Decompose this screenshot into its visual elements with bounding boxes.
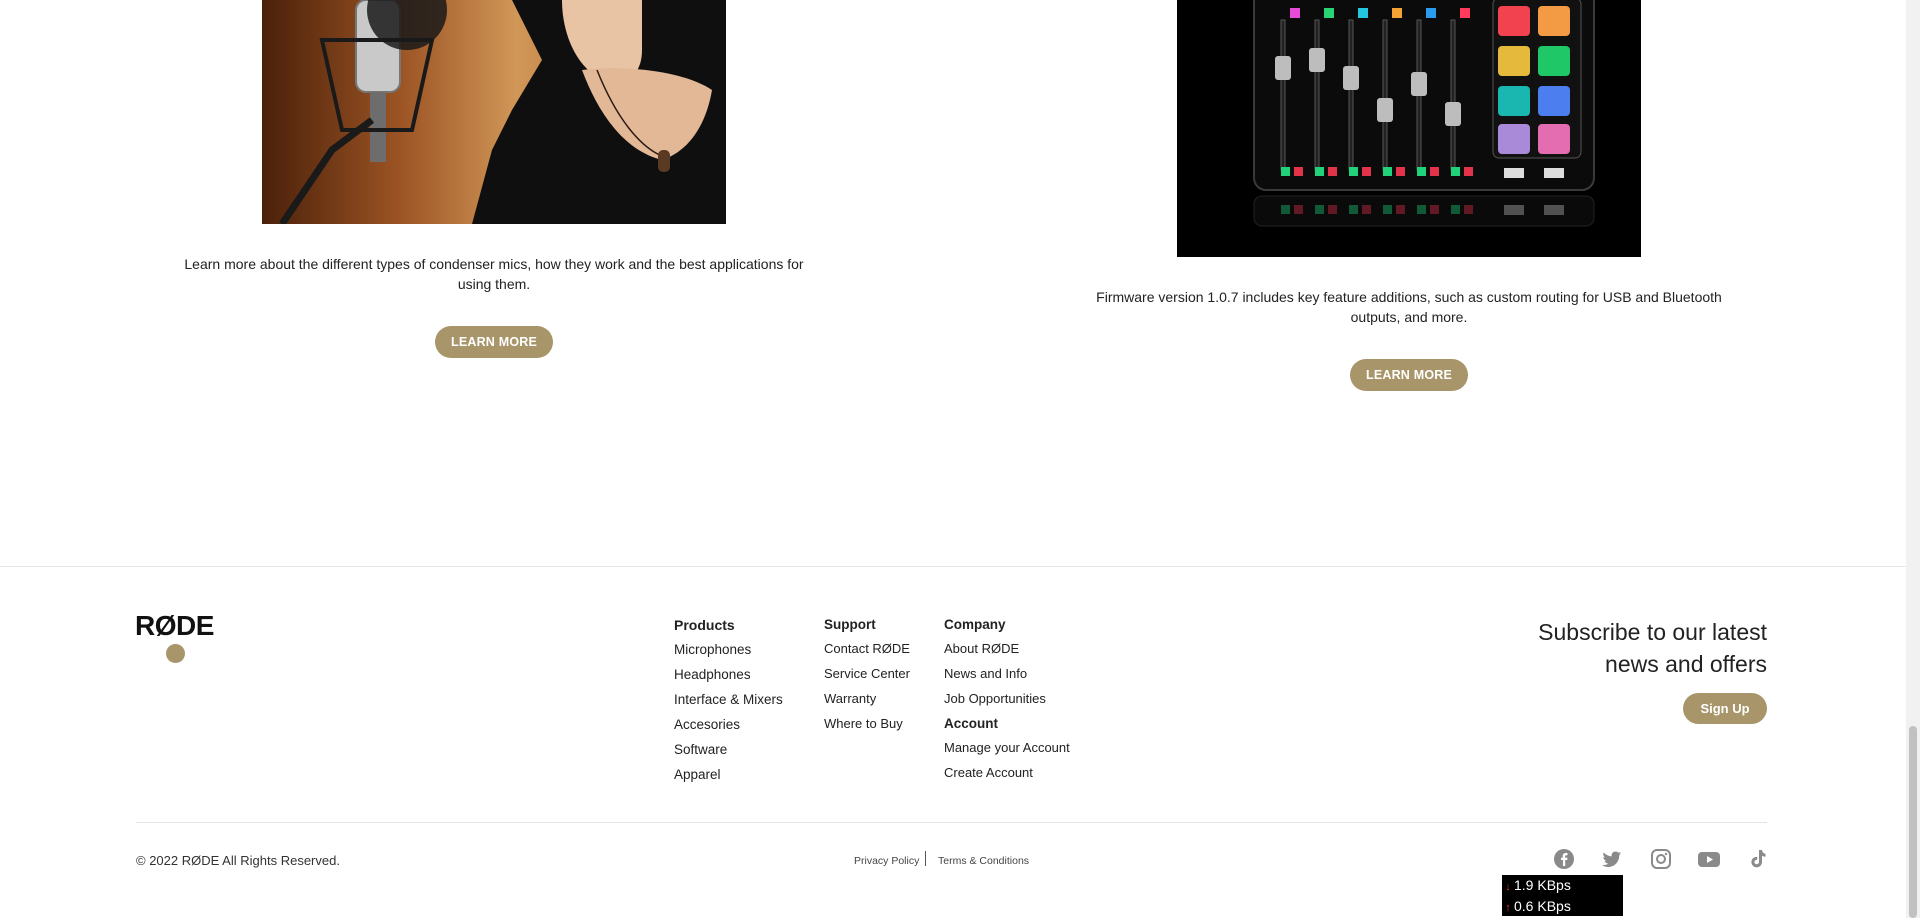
footer-link-service-center[interactable]: Service Center xyxy=(824,666,910,681)
instagram-icon[interactable] xyxy=(1650,848,1672,870)
footer-link-contact[interactable]: Contact RØDE xyxy=(824,641,910,656)
tiktok-icon[interactable] xyxy=(1747,848,1769,870)
footer-bottom-divider xyxy=(136,822,1767,823)
sign-up-button[interactable]: Sign Up xyxy=(1683,693,1767,724)
subscribe-line-1: Subscribe to our latest xyxy=(1538,619,1767,645)
footer-link-microphones[interactable]: Microphones xyxy=(674,642,783,657)
terms-conditions-link[interactable]: Terms & Conditions xyxy=(938,855,1029,867)
learn-more-button[interactable]: LEARN MORE xyxy=(1350,359,1468,391)
column-heading: Support xyxy=(824,617,876,632)
footer-link-jobs[interactable]: Job Opportunities xyxy=(944,691,1070,706)
column-heading-account: Account xyxy=(944,716,998,731)
footer-link-manage-account[interactable]: Manage your Account xyxy=(944,740,1070,755)
facebook-icon[interactable] xyxy=(1553,848,1575,870)
column-heading: Products xyxy=(674,617,735,633)
footer-column-support: Support Contact RØDE Service Center Warr… xyxy=(824,617,910,731)
footer-link-news[interactable]: News and Info xyxy=(944,666,1070,681)
youtube-icon[interactable] xyxy=(1697,848,1721,870)
rode-logo[interactable]: RØDE xyxy=(135,610,214,642)
footer-link-accesories[interactable]: Accesories xyxy=(674,717,783,732)
network-speed-widget: ↓ 1.9 KBps ↑ 0.6 KBps xyxy=(1502,875,1623,916)
twitter-icon[interactable] xyxy=(1601,848,1623,870)
scrollbar-thumb[interactable] xyxy=(1909,726,1917,918)
article-image-condenser[interactable] xyxy=(262,0,726,224)
copyright-text: © 2022 RØDE All Rights Reserved. xyxy=(136,853,340,868)
legal-separator xyxy=(925,851,926,866)
article-image-mixer[interactable] xyxy=(1177,0,1641,257)
footer-link-software[interactable]: Software xyxy=(674,742,783,757)
download-arrow-icon: ↓ xyxy=(1505,881,1511,893)
upload-speed-row: ↑ 0.6 KBps xyxy=(1502,896,1571,916)
footer-divider xyxy=(0,566,1906,567)
footer-link-headphones[interactable]: Headphones xyxy=(674,667,783,682)
footer-link-warranty[interactable]: Warranty xyxy=(824,691,910,706)
learn-more-button[interactable]: LEARN MORE xyxy=(435,326,553,358)
article-description: Learn more about the different types of … xyxy=(184,256,804,292)
subscribe-heading: Subscribe to our latest news and offers xyxy=(1538,616,1767,680)
footer-column-products: Products Microphones Headphones Interfac… xyxy=(674,617,783,782)
footer-link-about[interactable]: About RØDE xyxy=(944,641,1070,656)
article-description: Firmware version 1.0.7 includes key feat… xyxy=(1096,289,1722,325)
privacy-policy-link[interactable]: Privacy Policy xyxy=(854,855,919,867)
download-speed-row: ↓ 1.9 KBps xyxy=(1502,875,1571,895)
footer-column-company: Company About RØDE News and Info Job Opp… xyxy=(944,617,1070,780)
footer-link-where-to-buy[interactable]: Where to Buy xyxy=(824,716,910,731)
subscribe-line-2: news and offers xyxy=(1605,651,1767,677)
upload-arrow-icon: ↑ xyxy=(1505,902,1511,914)
footer-link-apparel[interactable]: Apparel xyxy=(674,767,783,782)
upload-speed: 0.6 KBps xyxy=(1514,898,1571,914)
logo-dot xyxy=(166,644,185,663)
footer-link-interface-mixers[interactable]: Interface & Mixers xyxy=(674,692,783,707)
footer-link-create-account[interactable]: Create Account xyxy=(944,765,1070,780)
column-heading: Company xyxy=(944,617,1006,632)
download-speed: 1.9 KBps xyxy=(1514,877,1571,893)
